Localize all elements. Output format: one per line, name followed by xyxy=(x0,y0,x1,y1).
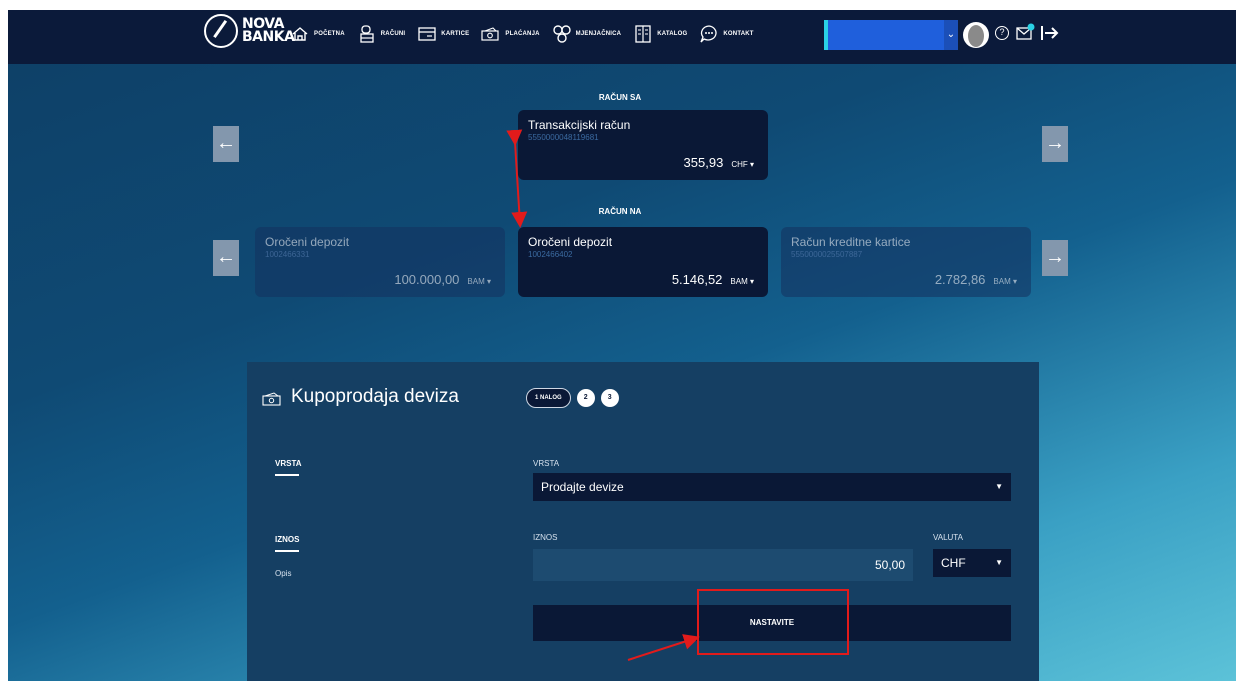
side-nav-underline xyxy=(275,474,299,476)
menu-label: RAČUNI xyxy=(380,31,406,37)
mail-icon[interactable] xyxy=(1016,23,1036,41)
cash-icon xyxy=(261,390,283,406)
from-prev-arrow-icon[interactable]: ← xyxy=(213,126,239,162)
page-title: Kupoprodaja deviza xyxy=(291,386,459,407)
side-nav-opis[interactable]: Opis xyxy=(275,569,291,578)
to-account-card[interactable]: Oročeni depozit 1002466331 100.000,00 BA… xyxy=(255,227,505,297)
account-amount: 355,93 xyxy=(683,155,724,170)
currency-select-value: CHF xyxy=(941,556,966,570)
from-account-label: RAČUN SA xyxy=(598,93,642,102)
logo-line2: BANKA xyxy=(242,29,295,45)
caret-down-icon: ▼ xyxy=(995,482,1003,491)
account-number: 5550000025507887 xyxy=(791,250,863,259)
account-name: Transakcijski račun xyxy=(528,118,631,132)
card-icon xyxy=(417,24,437,44)
account-amount: 5.146,52 xyxy=(671,272,723,287)
account-name: Oročeni depozit xyxy=(265,235,350,249)
menu-label: POČETNA xyxy=(314,31,345,37)
menu-item-placanja[interactable]: PLAĆANJA xyxy=(481,24,539,44)
wallet-icon xyxy=(357,24,377,44)
account-name: Oročeni depozit xyxy=(528,235,613,249)
step-indicator: 1 NALOG 2 3 xyxy=(526,388,625,408)
app-page: NOVA BANKA POČETNA RAČUNI KARTICE PLAĆAN… xyxy=(8,10,1236,681)
nova-banka-logo[interactable]: NOVA BANKA xyxy=(204,14,295,48)
to-account-card-selected[interactable]: Oročeni depozit 1002466402 5.146,52 BAM … xyxy=(518,227,768,297)
menu-item-katalog[interactable]: KATALOG xyxy=(633,24,687,44)
menu-label: PLAĆANJA xyxy=(505,31,540,37)
iznos-label: IZNOS xyxy=(533,533,558,542)
valuta-label: VALUTA xyxy=(933,533,963,542)
menu-item-kartice[interactable]: KARTICE xyxy=(417,24,469,44)
top-navbar: NOVA BANKA POČETNA RAČUNI KARTICE PLAĆAN… xyxy=(8,10,1236,64)
menu-label: MJENJAČNICA xyxy=(575,31,622,37)
avatar[interactable] xyxy=(963,22,989,48)
account-select[interactable]: ⌄ xyxy=(824,20,958,50)
exchange-icon xyxy=(552,24,572,44)
account-amount: 2.782,86 xyxy=(934,272,986,287)
caret-down-icon: ▼ xyxy=(995,558,1003,567)
continue-button[interactable]: NASTAVITE xyxy=(533,605,1011,641)
chat-icon xyxy=(699,24,719,44)
main-menu: POČETNA RAČUNI KARTICE PLAĆANJA MJENJAČN… xyxy=(290,24,766,44)
step-3[interactable]: 3 xyxy=(600,389,619,407)
logout-icon[interactable] xyxy=(1040,24,1060,42)
vrsta-select[interactable]: Prodajte devize ▼ xyxy=(533,473,1011,501)
step-1-nalog[interactable]: 1 NALOG xyxy=(526,388,571,408)
currency-dropdown[interactable]: BAM ▾ xyxy=(467,277,491,286)
account-number: 5550000048119681 xyxy=(528,133,599,142)
currency-dropdown[interactable]: BAM ▾ xyxy=(730,277,754,286)
vrsta-label: VRSTA xyxy=(533,459,560,468)
step-2[interactable]: 2 xyxy=(576,389,595,407)
currency-dropdown[interactable]: BAM ▾ xyxy=(993,277,1017,286)
account-number: 1002466402 xyxy=(528,250,573,259)
to-account-card[interactable]: Račun kreditne kartice 5550000025507887 … xyxy=(781,227,1031,297)
to-next-arrow-icon[interactable]: → xyxy=(1042,240,1068,276)
logo-mark-icon xyxy=(204,14,238,48)
currency-select[interactable]: CHF ▼ xyxy=(933,549,1011,577)
home-icon xyxy=(290,24,310,44)
from-account-card[interactable]: Transakcijski račun 5550000048119681 355… xyxy=(518,110,768,180)
to-account-label: RAČUN NA xyxy=(598,207,642,216)
menu-item-racuni[interactable]: RAČUNI xyxy=(357,24,406,44)
account-name: Račun kreditne kartice xyxy=(791,235,911,249)
menu-item-pocetna[interactable]: POČETNA xyxy=(290,24,345,44)
side-nav-vrsta[interactable]: VRSTA xyxy=(275,459,302,468)
account-number: 1002466331 xyxy=(265,250,310,259)
catalog-icon xyxy=(633,24,653,44)
currency-dropdown[interactable]: CHF ▾ xyxy=(731,160,754,169)
to-prev-arrow-icon[interactable]: ← xyxy=(213,240,239,276)
menu-label: KATALOG xyxy=(657,31,688,37)
account-amount: 100.000,00 xyxy=(394,272,460,287)
side-nav-underline xyxy=(275,550,299,552)
menu-item-mjenjacnica[interactable]: MJENJAČNICA xyxy=(552,24,622,44)
amount-input[interactable]: 50,00 xyxy=(533,549,913,581)
menu-item-kontakt[interactable]: KONTAKT xyxy=(699,24,753,44)
help-icon[interactable]: ? xyxy=(995,26,1009,40)
exchange-form-panel: Kupoprodaja deviza 1 NALOG 2 3 VRSTA IZN… xyxy=(247,362,1039,681)
vrsta-select-value: Prodajte devize xyxy=(541,480,624,494)
menu-label: KONTAKT xyxy=(723,31,754,37)
from-next-arrow-icon[interactable]: → xyxy=(1042,126,1068,162)
menu-label: KARTICE xyxy=(441,31,470,37)
side-nav-iznos[interactable]: IZNOS xyxy=(275,535,299,544)
chevron-down-icon: ⌄ xyxy=(944,20,958,50)
cash-icon xyxy=(481,24,501,44)
